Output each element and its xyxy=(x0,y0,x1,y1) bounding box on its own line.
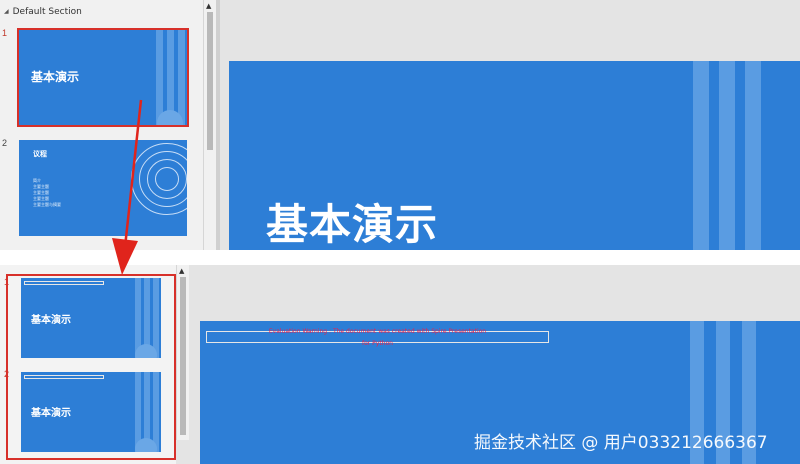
section-header-label: Default Section xyxy=(12,7,82,17)
main-slide-title[interactable]: 基本演示 xyxy=(266,191,438,250)
decorative-stripe xyxy=(693,61,709,250)
thumbnail-scrollbar[interactable]: ▲ xyxy=(203,0,216,250)
selection-highlight xyxy=(17,28,189,127)
slide-number: 1 xyxy=(2,28,8,38)
slide-number: 2 xyxy=(2,138,8,148)
evaluation-warning-line1: Evaluation Warning : The document was cr… xyxy=(268,328,487,335)
scrollbar-thumb[interactable] xyxy=(180,277,186,435)
triangle-collapse-icon[interactable]: ◢ xyxy=(4,8,9,15)
pane-splitter[interactable] xyxy=(216,0,220,250)
scrollbar-thumb[interactable] xyxy=(207,12,213,150)
slide-thumbnail-pane: 1 基本演示 2 基本演示 xyxy=(0,265,176,464)
main-slide-canvas[interactable]: 基本演示 xyxy=(229,61,800,250)
evaluation-warning-line2: for Python xyxy=(362,340,393,347)
top-powerpoint-view: ◢ Default Section 1 基本演示 2 议程 简介 主要主题 主要主… xyxy=(0,0,800,250)
selection-highlight xyxy=(6,274,176,460)
thumbnail-title: 议程 xyxy=(33,150,47,158)
scroll-up-arrow-icon[interactable]: ▲ xyxy=(206,2,211,10)
scroll-up-arrow-icon[interactable]: ▲ xyxy=(179,267,184,275)
decorative-ring xyxy=(155,167,179,191)
section-header[interactable]: ◢ Default Section xyxy=(4,7,82,17)
thumbnail-scrollbar[interactable]: ▲ xyxy=(176,265,189,440)
slide-thumbnail-2[interactable]: 议程 简介 主要主题 主要主题 主要主题 主要主题与摘要 xyxy=(19,140,187,236)
slide-thumbnail-pane: ◢ Default Section 1 基本演示 2 议程 简介 主要主题 主要主… xyxy=(0,0,203,250)
image-divider xyxy=(0,250,800,265)
watermark: 掘金技术社区 @ 用户033212666367 xyxy=(474,433,768,453)
decorative-stripe xyxy=(719,61,735,250)
agenda-item: 主要主题与摘要 xyxy=(33,202,61,207)
decorative-stripe xyxy=(745,61,761,250)
